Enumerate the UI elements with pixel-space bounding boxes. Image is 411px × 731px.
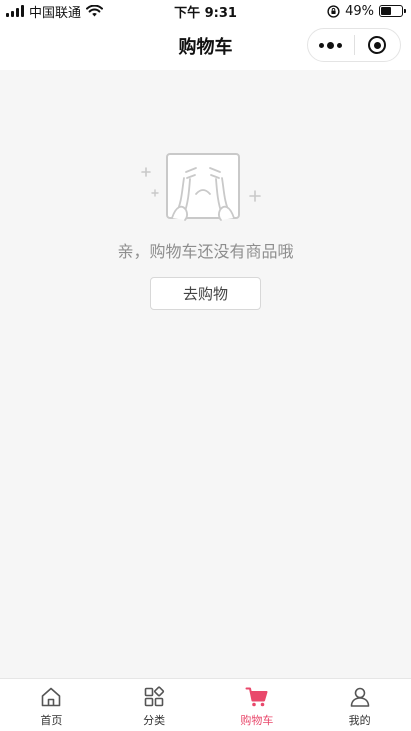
empty-cart-illustration-icon [141, 153, 261, 221]
more-dots-icon [319, 41, 343, 49]
status-left: 中国联通 [6, 2, 104, 21]
category-icon [144, 686, 165, 707]
more-button[interactable] [308, 29, 354, 61]
go-shopping-button[interactable]: 去购物 [150, 277, 261, 310]
nav-bar: 购物车 [0, 22, 411, 70]
battery-level [381, 7, 391, 15]
wifi-icon [86, 5, 104, 17]
page-title: 购物车 [178, 37, 233, 58]
close-mini-program-button[interactable] [355, 29, 401, 61]
orientation-lock-icon [327, 4, 340, 18]
home-icon [42, 687, 61, 707]
tab-category[interactable]: 分类 [103, 679, 206, 731]
battery-icon [379, 5, 406, 17]
cart-icon [245, 687, 268, 707]
carrier-label: 中国联通 [29, 5, 82, 21]
status-right: 49% [327, 3, 406, 19]
tab-label: 首页 [40, 714, 63, 727]
tab-home[interactable]: 首页 [0, 679, 103, 731]
tab-bar: 首页 分类 购物车 我的 [0, 678, 411, 731]
tab-cart[interactable]: 购物车 [206, 679, 309, 731]
mini-program-capsule [307, 28, 401, 62]
target-icon [368, 36, 387, 54]
tab-label: 购物车 [240, 714, 274, 727]
empty-cart-message: 亲，购物车还没有商品哦 [117, 242, 294, 261]
user-icon [350, 687, 369, 707]
battery-percent: 49% [345, 3, 374, 19]
tab-mine[interactable]: 我的 [308, 679, 411, 731]
signal-icon [6, 5, 24, 17]
tab-label: 我的 [348, 714, 371, 727]
tab-label: 分类 [143, 714, 166, 727]
status-bar: 中国联通 下午 9:31 49% [0, 0, 411, 22]
